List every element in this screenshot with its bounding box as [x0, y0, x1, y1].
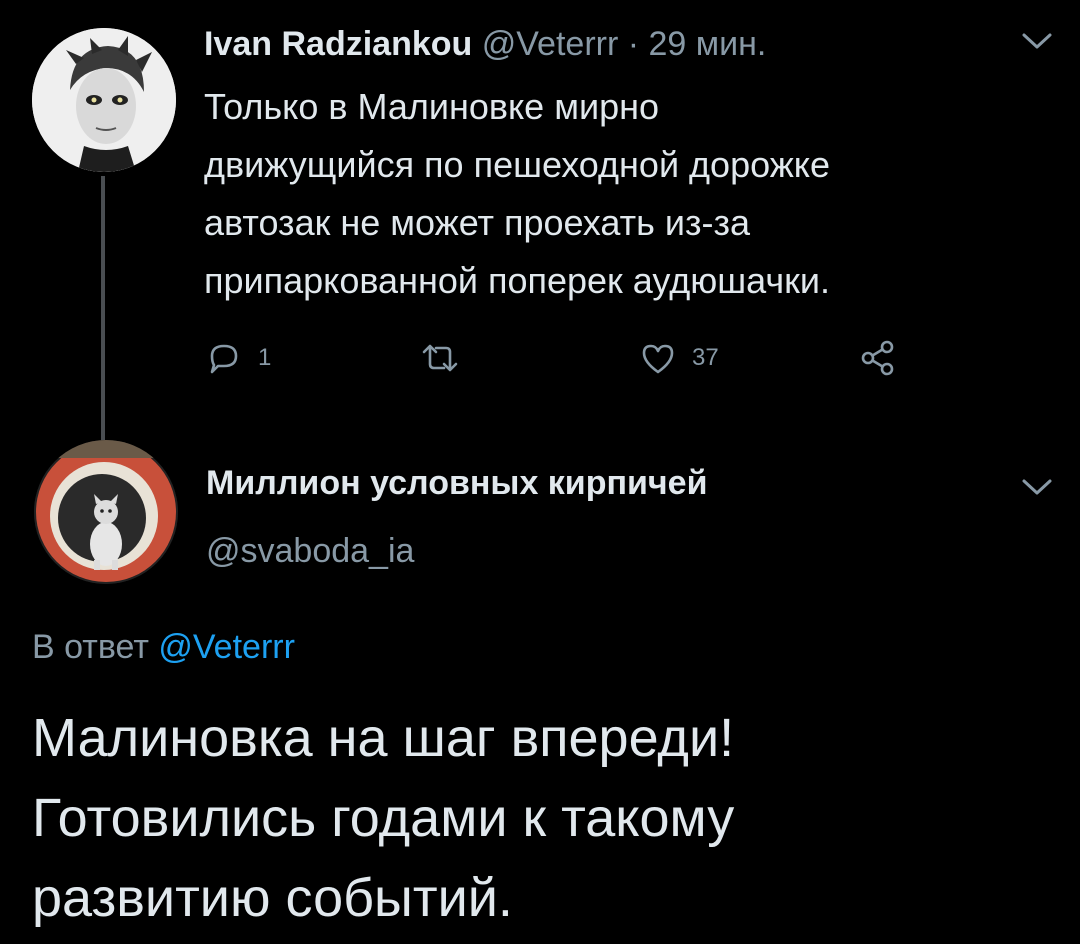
thread-connector-line: [101, 176, 105, 446]
tweet-action-bar: 1 37: [204, 338, 924, 378]
comment-bubble-icon: [210, 344, 238, 374]
share-button[interactable]: [858, 338, 898, 378]
heart-icon: [642, 344, 674, 374]
chevron-down-icon[interactable]: [1020, 476, 1054, 498]
reply-author-handle[interactable]: @svaboda_ia: [206, 532, 414, 571]
parent-tweet-header: Ivan Radziankou @Veterrr · 29 мин.: [204, 22, 766, 66]
parent-tweet-text: Только в Малиновке мирно движущийся по п…: [204, 86, 830, 301]
reply-count: 1: [258, 344, 272, 371]
replying-to-label: В ответ: [32, 628, 149, 666]
reply-author-avatar[interactable]: [34, 440, 178, 584]
avatar-image: [32, 28, 176, 172]
author-avatar[interactable]: [32, 28, 176, 172]
reply-tweet-text: Малиновка на шаг впереди! Готовились год…: [32, 708, 735, 928]
author-handle[interactable]: @Veterrr: [482, 25, 619, 63]
share-icon: [861, 340, 894, 376]
replying-to-line: В ответ @Veterrr: [32, 628, 295, 667]
author-name[interactable]: Ivan Radziankou: [204, 25, 472, 63]
like-count: 37: [692, 344, 719, 371]
tweet-separator: ·: [618, 25, 649, 63]
retweet-button[interactable]: [418, 338, 476, 378]
replying-to-handle-link[interactable]: @Veterrr: [158, 628, 295, 666]
avatar-image: [34, 440, 178, 584]
tweet-timestamp[interactable]: 29 мин.: [649, 25, 767, 63]
like-button[interactable]: 37: [638, 338, 719, 378]
retweet-icon: [422, 344, 458, 372]
reply-author-name[interactable]: Миллион условных кирпичей: [206, 464, 707, 503]
reply-button[interactable]: 1: [204, 338, 271, 378]
chevron-down-icon[interactable]: [1020, 30, 1054, 52]
